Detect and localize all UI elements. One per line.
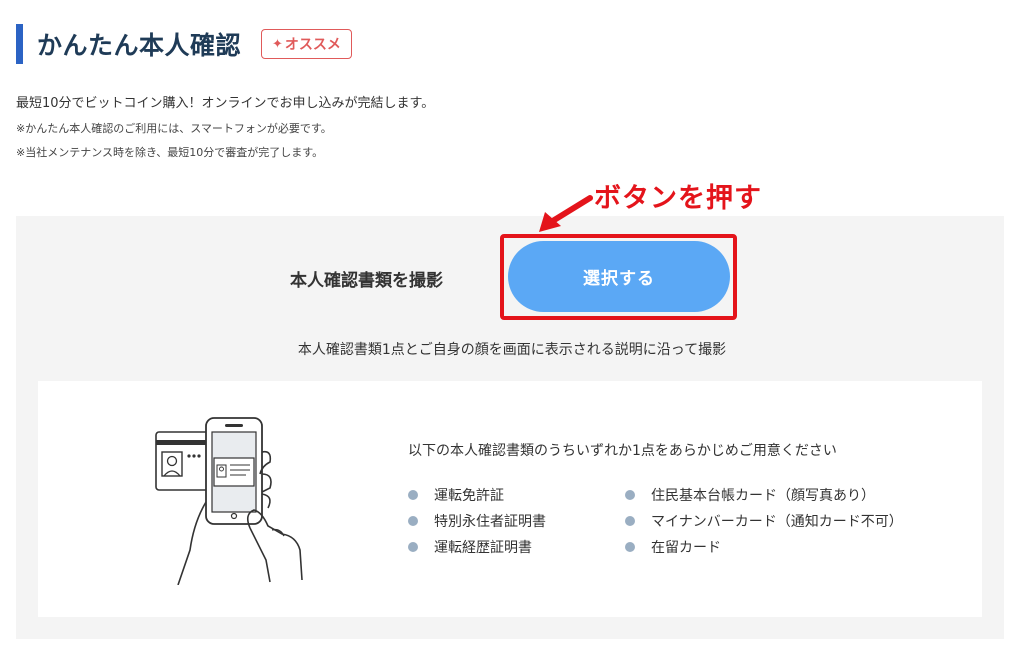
intro-text: 最短10分でビットコイン購入！オンラインでお申し込みが完結します。 ※かんたん本… [16, 95, 434, 161]
list-item: 特別永住者証明書 [408, 508, 546, 534]
intro-main: 最短10分でビットコイン購入！オンラインでお申し込みが完結します。 [16, 96, 435, 111]
intro-note: ※当社メンテナンス時を除き、最短10分で審査が完了します。 [16, 146, 324, 159]
select-button[interactable]: 選択する [508, 241, 730, 312]
page-title: かんたん本人確認 [37, 31, 242, 60]
list-item: 運転経歴証明書 [408, 534, 546, 560]
document-name: 運転免許証 [434, 488, 504, 504]
list-item: 住民基本台帳カード（顔写真あり） [625, 482, 903, 508]
phone-id-card-illustration [155, 417, 303, 585]
bullet-icon [408, 516, 418, 526]
annotation-text: ボタンを押す [594, 183, 762, 214]
title-accent-bar [16, 24, 23, 64]
badge-label: オススメ [284, 37, 341, 53]
section-header: かんたん本人確認 ✦ オススメ [16, 24, 352, 64]
bullet-icon [625, 490, 635, 500]
document-name: 在留カード [651, 540, 721, 556]
document-name: マイナンバーカード（通知カード不可） [651, 514, 903, 530]
documents-heading: 以下の本人確認書類のうちいずれか1点をあらかじめご用意ください [408, 443, 837, 459]
intro-note: ※かんたん本人確認のご利用には、スマートフォンが必要です。 [16, 122, 332, 135]
document-name: 特別永住者証明書 [434, 514, 546, 530]
list-item: 運転免許証 [408, 482, 546, 508]
bullet-icon [625, 516, 635, 526]
capture-instruction: 本人確認書類1点とご自身の顔を画面に表示される説明に沿って撮影 [297, 342, 727, 358]
bullet-icon [408, 490, 418, 500]
bullet-icon [625, 542, 635, 552]
bullet-icon [408, 542, 418, 552]
sparkle-icon: ✦ [272, 36, 283, 52]
document-name: 住民基本台帳カード（顔写真あり） [651, 488, 875, 504]
list-item: マイナンバーカード（通知カード不可） [625, 508, 903, 534]
capture-label: 本人確認書類を撮影 [290, 271, 443, 291]
recommended-badge: ✦ オススメ [261, 29, 352, 59]
document-name: 運転経歴証明書 [434, 540, 532, 556]
documents-list-right: 住民基本台帳カード（顔写真あり） マイナンバーカード（通知カード不可） 在留カー… [625, 482, 903, 560]
annotation-arrow-icon [539, 195, 593, 232]
kyc-page: かんたん本人確認 ✦ オススメ 最短10分でビットコイン購入！オンラインでお申し… [0, 0, 1024, 661]
list-item: 在留カード [625, 534, 903, 560]
documents-list-left: 運転免許証 特別永住者証明書 運転経歴証明書 [408, 482, 546, 560]
